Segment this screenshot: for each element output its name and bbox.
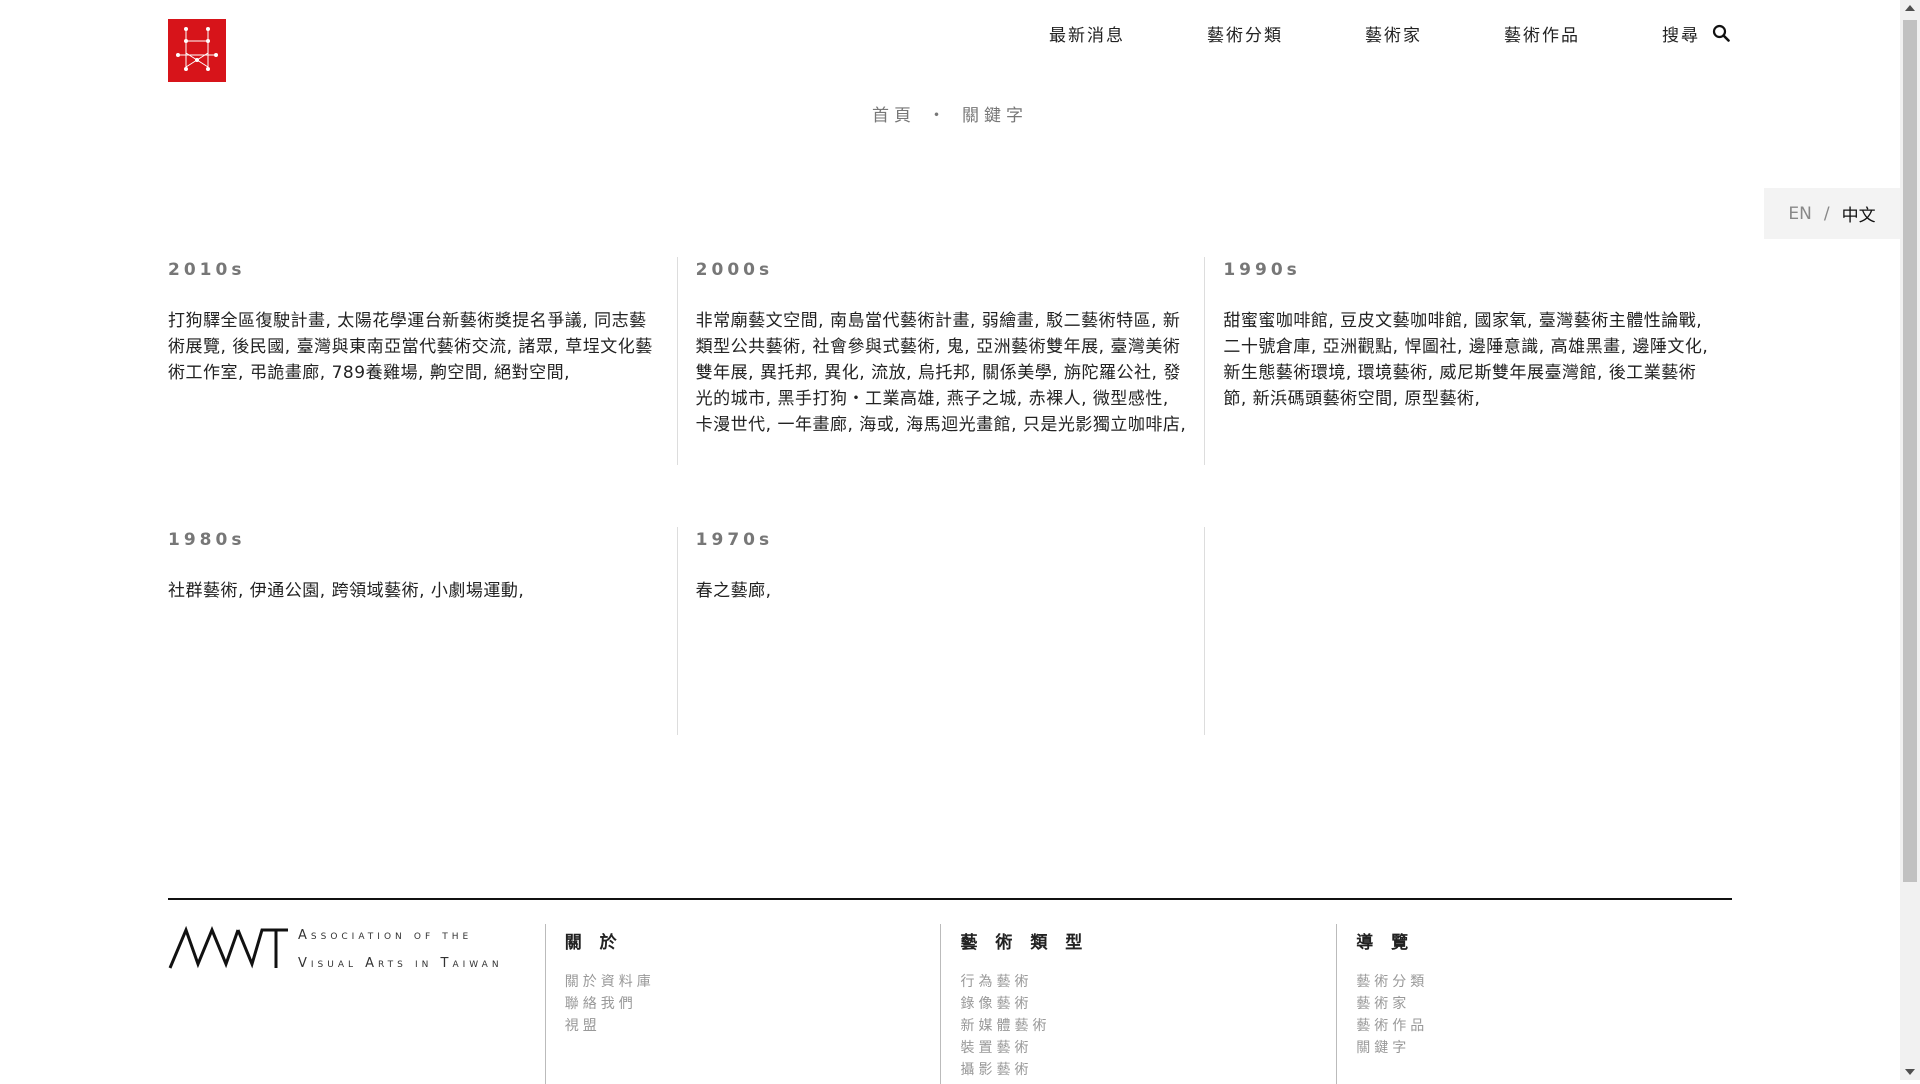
footer-about: 關 於 關於資料庫 聯絡我們 視盟 xyxy=(544,924,941,1084)
footer-link-photography[interactable]: 攝影藝術 xyxy=(960,1059,1336,1081)
keyword-list: 非常廟藝文空間, 南島當代藝術計畫, 弱繪畫, 駁二藝術特區, 新類型公共藝術,… xyxy=(696,308,1187,438)
decade-grid: 2010s 打狗驛全區復駛計畫, 太陽花學運台新藝術獎提名爭議, 同志藝術展覽,… xyxy=(168,257,1732,735)
keyword-list: 甜蜜蜜咖啡館, 豆皮文藝咖啡館, 國家氧, 臺灣藝術主體性論戰, 二十號倉庫, … xyxy=(1223,308,1714,412)
association-line: Visual Arts in Taiwan xyxy=(298,956,503,971)
main-nav: 最新消息 藝術分類 藝術家 藝術作品 搜尋 xyxy=(967,20,1730,46)
footer-brand: Association of the Visual Arts in Taiwan xyxy=(168,924,545,1080)
decade-title: 2000s xyxy=(695,260,774,280)
footer-link-performance-art[interactable]: 行為藝術 xyxy=(960,971,1336,993)
nav-item-news[interactable]: 最新消息 xyxy=(1049,21,1125,46)
nav-search-button[interactable]: 搜尋 xyxy=(1662,21,1730,46)
decade-column-empty xyxy=(1204,527,1732,735)
footer-link-contact[interactable]: 聯絡我們 xyxy=(565,993,941,1015)
nav-item-categories[interactable]: 藝術分類 xyxy=(1207,21,1283,46)
footer-link-artworks[interactable]: 藝術作品 xyxy=(1356,1015,1732,1037)
logo-mark-icon xyxy=(176,27,218,71)
page-scrollbar[interactable] xyxy=(1900,0,1920,1080)
association-line: Association of the xyxy=(298,928,473,943)
keyword-links[interactable]: 春之藝廊, xyxy=(696,581,772,601)
site-logo[interactable] xyxy=(168,19,226,82)
footer-art-types-title: 藝 術 類 型 xyxy=(960,933,1089,953)
keyword-list: 打狗驛全區復駛計畫, 太陽花學運台新藝術獎提名爭議, 同志藝術展覽, 後民國, … xyxy=(168,308,659,386)
keyword-list: 社群藝術, 伊通公園, 跨領域藝術, 小劇場運動, xyxy=(168,578,659,604)
decade-title: 1980s xyxy=(168,530,246,550)
footer-about-title: 關 於 xyxy=(564,933,623,953)
decade-title: 1970s xyxy=(695,530,774,550)
keyword-links[interactable]: 社群藝術, 伊通公園, 跨領域藝術, 小劇場運動, xyxy=(168,581,524,601)
scroll-up-arrow-icon[interactable] xyxy=(1905,5,1915,11)
lang-divider: / xyxy=(1823,203,1830,224)
keyword-links[interactable]: 打狗驛全區復駛計畫, 太陽花學運台新藝術獎提名爭議, 同志藝術展覽, 後民國, … xyxy=(168,311,653,383)
keyword-links[interactable]: 甜蜜蜜咖啡館, 豆皮文藝咖啡館, 國家氧, 臺灣藝術主體性論戰, 二十號倉庫, … xyxy=(1223,311,1708,409)
footer-art-types: 藝 術 類 型 行為藝術 錄像藝術 新媒體藝術 裝置藝術 攝影藝術 xyxy=(940,924,1336,1084)
lang-zh[interactable]: 中文 xyxy=(1842,201,1876,226)
breadcrumb: 首頁・關鍵字 xyxy=(0,101,1900,126)
lang-en[interactable]: EN xyxy=(1788,204,1811,224)
footer-link-categories[interactable]: 藝術分類 xyxy=(1356,971,1732,993)
footer-link-new-media-art[interactable]: 新媒體藝術 xyxy=(960,1015,1336,1037)
footer-link-video-art[interactable]: 錄像藝術 xyxy=(960,993,1336,1015)
search-icon xyxy=(1712,24,1730,42)
breadcrumb-separator: ・ xyxy=(928,106,950,126)
decade-title: 2010s xyxy=(168,260,246,280)
site-footer: Association of the Visual Arts in Taiwan… xyxy=(168,924,1732,1084)
footer-divider xyxy=(168,898,1732,900)
nav-item-artworks[interactable]: 藝術作品 xyxy=(1504,21,1580,46)
decade-title: 1990s xyxy=(1223,260,1301,280)
avat-logo-icon xyxy=(168,925,288,969)
footer-guide: 導 覽 藝術分類 藝術家 藝術作品 關鍵字 xyxy=(1336,924,1732,1084)
footer-link-about-database[interactable]: 關於資料庫 xyxy=(565,971,941,993)
language-switcher: EN / 中文 xyxy=(1764,188,1900,239)
association-name: Association of the Visual Arts in Taiwan xyxy=(298,922,503,1080)
decade-column: 2010s 打狗驛全區復駛計畫, 太陽花學運台新藝術獎提名爭議, 同志藝術展覽,… xyxy=(168,257,677,465)
decade-column: 1970s 春之藝廊, xyxy=(676,527,1205,735)
footer-link-keywords[interactable]: 關鍵字 xyxy=(1356,1037,1732,1059)
footer-link-artists[interactable]: 藝術家 xyxy=(1356,993,1732,1015)
footer-link-installation-art[interactable]: 裝置藝術 xyxy=(960,1037,1336,1059)
decade-column: 1980s 社群藝術, 伊通公園, 跨領域藝術, 小劇場運動, xyxy=(168,527,677,735)
search-label: 搜尋 xyxy=(1662,25,1700,46)
footer-guide-title: 導 覽 xyxy=(1356,933,1415,953)
footer-link-avat[interactable]: 視盟 xyxy=(565,1015,941,1037)
keyword-links[interactable]: 非常廟藝文空間, 南島當代藝術計畫, 弱繪畫, 駁二藝術特區, 新類型公共藝術,… xyxy=(696,311,1187,435)
nav-item-artists[interactable]: 藝術家 xyxy=(1365,21,1422,46)
keyword-list: 春之藝廊, xyxy=(696,578,1187,604)
decade-column: 1990s 甜蜜蜜咖啡館, 豆皮文藝咖啡館, 國家氧, 臺灣藝術主體性論戰, 二… xyxy=(1204,257,1732,465)
scroll-down-arrow-icon[interactable] xyxy=(1905,1069,1915,1075)
decade-column: 2000s 非常廟藝文空間, 南島當代藝術計畫, 弱繪畫, 駁二藝術特區, 新類… xyxy=(676,257,1205,465)
breadcrumb-current: 關鍵字 xyxy=(962,106,1028,126)
breadcrumb-home[interactable]: 首頁 xyxy=(872,106,916,126)
scrollbar-thumb[interactable] xyxy=(1903,20,1917,882)
